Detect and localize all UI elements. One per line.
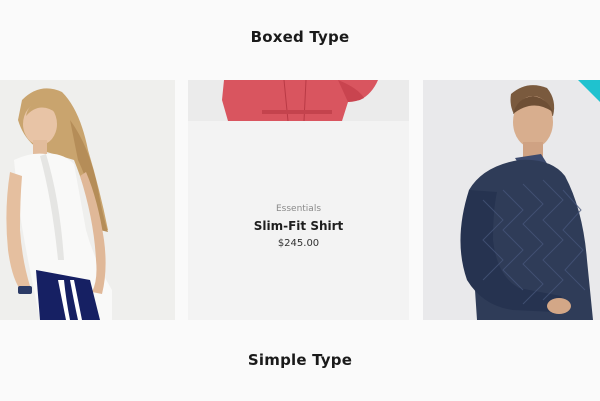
product-category: Essentials: [275, 204, 322, 214]
product-name[interactable]: Slim-Fit Shirt: [188, 219, 409, 233]
simple-type-heading: Simple Type: [247, 351, 353, 369]
man-sweater-photo: [423, 80, 600, 320]
product-price: $245.00: [277, 238, 320, 249]
product-card-left[interactable]: [0, 80, 175, 320]
boxed-type-heading: Boxed Type: [250, 28, 350, 46]
product-card-middle[interactable]: Essentials Slim-Fit Shirt $245.00: [188, 80, 409, 320]
woman-photo: [0, 80, 175, 320]
product-card-right[interactable]: [423, 80, 600, 320]
corner-badge: [578, 80, 600, 102]
red-shirt-photo: [188, 80, 409, 121]
